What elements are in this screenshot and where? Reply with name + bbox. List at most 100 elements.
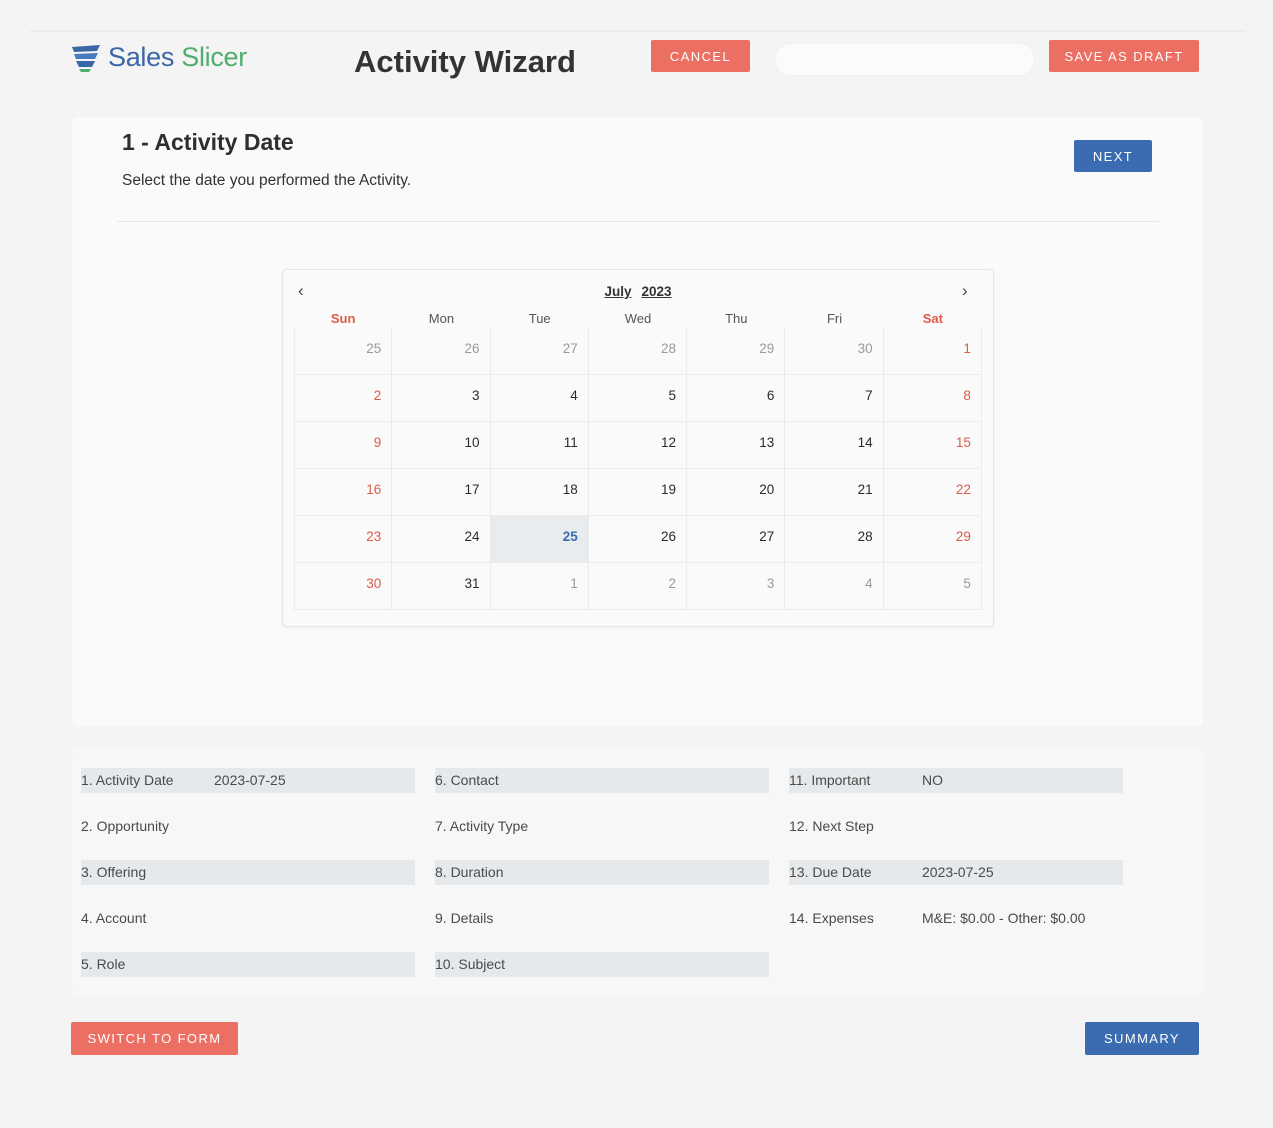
calendar-day[interactable]: 1: [883, 328, 982, 375]
calendar-day[interactable]: 26: [588, 516, 688, 563]
summary-row-next-step[interactable]: 12. Next Step: [789, 814, 1123, 839]
summary-row-opportunity[interactable]: 2. Opportunity: [81, 814, 415, 839]
calendar-day[interactable]: 11: [490, 422, 589, 469]
calendar-day[interactable]: 30: [785, 328, 884, 375]
calendar-day[interactable]: 31: [392, 563, 491, 610]
weekday-label: Thu: [725, 311, 748, 326]
calendar-day[interactable]: 29: [883, 516, 982, 563]
summary-value: 2023-07-25: [922, 864, 994, 880]
calendar-day[interactable]: 18: [490, 469, 589, 516]
calendar-day[interactable]: 2: [588, 563, 688, 610]
month-year-label: July 2023: [283, 284, 993, 299]
calendar-day[interactable]: 9: [294, 422, 393, 469]
calendar-day[interactable]: 24: [392, 516, 491, 563]
page-title: Activity Wizard: [354, 44, 576, 79]
step-title: 1 - Activity Date: [122, 129, 294, 155]
summary-row-activity-date[interactable]: 1. Activity Date 2023-07-25: [81, 768, 415, 793]
calendar-day-selected[interactable]: 25: [490, 516, 589, 563]
summary-label: 11. Important: [789, 772, 871, 788]
activity-summary-panel: 1. Activity Date 2023-07-25 2. Opportuni…: [72, 748, 1203, 996]
summary-label: 4. Account: [81, 910, 147, 926]
calendar-day[interactable]: 13: [687, 422, 786, 469]
year-select[interactable]: 2023: [641, 284, 671, 299]
summary-row-important[interactable]: 11. Important NO: [789, 768, 1123, 793]
calendar-day[interactable]: 10: [392, 422, 491, 469]
summary-row-duration[interactable]: 8. Duration: [435, 860, 769, 885]
calendar-day[interactable]: 26: [392, 328, 491, 375]
weekday-label: Tue: [528, 311, 551, 326]
calendar-day[interactable]: 20: [687, 469, 786, 516]
sales-slicer-logo[interactable]: Sales Slicer: [70, 42, 247, 73]
save-as-draft-button[interactable]: SAVE AS DRAFT: [1049, 40, 1199, 72]
header: Sales Slicer Activity Wizard CANCEL SAVE…: [0, 0, 1273, 110]
calendar-day[interactable]: 28: [785, 516, 884, 563]
calendar-day[interactable]: 22: [883, 469, 982, 516]
calendar-day[interactable]: 15: [883, 422, 982, 469]
summary-label: 7. Activity Type: [435, 818, 529, 834]
summary-button[interactable]: SUMMARY: [1085, 1022, 1199, 1055]
summary-value: 2023-07-25: [214, 772, 286, 788]
calendar-day[interactable]: 7: [785, 375, 884, 422]
weekday-label: Sat: [922, 311, 943, 326]
calendar-day[interactable]: 4: [785, 563, 884, 610]
summary-row-contact[interactable]: 6. Contact: [435, 768, 769, 793]
search-input[interactable]: [775, 43, 1035, 76]
divider: [117, 221, 1159, 222]
calendar-day[interactable]: 16: [294, 469, 393, 516]
summary-row-account[interactable]: 4. Account: [81, 906, 415, 931]
summary-label: 3. Offering: [81, 864, 147, 880]
calendar-day[interactable]: 6: [687, 375, 786, 422]
summary-row-subject[interactable]: 10. Subject: [435, 952, 769, 977]
calendar-day[interactable]: 4: [490, 375, 589, 422]
calendar-day[interactable]: 2: [294, 375, 393, 422]
next-month-icon[interactable]: ›: [962, 282, 968, 299]
summary-row-expenses[interactable]: 14. Expenses M&E: $0.00 - Other: $0.00: [789, 906, 1169, 931]
calendar-day[interactable]: 17: [392, 469, 491, 516]
calendar-day[interactable]: 23: [294, 516, 393, 563]
logo-text-slicer: Slicer: [181, 42, 247, 72]
calendar-day[interactable]: 8: [883, 375, 982, 422]
summary-row-activity-type[interactable]: 7. Activity Type: [435, 814, 769, 839]
summary-label: 1. Activity Date: [81, 772, 174, 788]
calendar-day[interactable]: 3: [687, 563, 786, 610]
calendar-day[interactable]: 21: [785, 469, 884, 516]
weekday-label: Sun: [330, 311, 356, 326]
summary-label: 8. Duration: [435, 864, 504, 880]
logo-icon: [72, 44, 100, 72]
calendar-day[interactable]: 3: [392, 375, 491, 422]
summary-label: 6. Contact: [435, 772, 499, 788]
calendar-day[interactable]: 27: [490, 328, 589, 375]
month-select[interactable]: July: [604, 284, 631, 299]
summary-row-offering[interactable]: 3. Offering: [81, 860, 415, 885]
calendar-day-grid: 25 26 27 28 29 30 1 2 3 4 5 6 7 8 9 10 1…: [294, 328, 982, 610]
calendar-day[interactable]: 29: [687, 328, 786, 375]
summary-label: 10. Subject: [435, 956, 506, 972]
calendar-day[interactable]: 30: [294, 563, 393, 610]
summary-label: 5. Role: [81, 956, 126, 972]
calendar-day[interactable]: 28: [588, 328, 688, 375]
step-description: Select the date you performed the Activi…: [122, 172, 412, 189]
summary-label: 12. Next Step: [789, 818, 874, 834]
calendar-day[interactable]: 14: [785, 422, 884, 469]
summary-value: NO: [922, 772, 943, 788]
calendar-day[interactable]: 5: [588, 375, 688, 422]
calendar-day[interactable]: 25: [294, 328, 393, 375]
weekday-label: Mon: [428, 311, 455, 326]
logo-text: Sales Slicer: [108, 42, 247, 73]
summary-row-role[interactable]: 5. Role: [81, 952, 415, 977]
weekday-label: Wed: [624, 311, 652, 326]
calendar-day[interactable]: 5: [883, 563, 982, 610]
summary-row-due-date[interactable]: 13. Due Date 2023-07-25: [789, 860, 1123, 885]
summary-row-details[interactable]: 9. Details: [435, 906, 769, 931]
calendar-day[interactable]: 1: [490, 563, 589, 610]
weekday-label: Fri: [826, 311, 843, 326]
logo-text-sales: Sales: [108, 42, 175, 72]
calendar-day[interactable]: 19: [588, 469, 688, 516]
cancel-button[interactable]: CANCEL: [651, 40, 750, 72]
switch-to-form-button[interactable]: SWITCH TO FORM: [71, 1022, 238, 1055]
calendar-day[interactable]: 27: [687, 516, 786, 563]
calendar-day[interactable]: 12: [588, 422, 688, 469]
summary-label: 2. Opportunity: [81, 818, 169, 834]
next-button[interactable]: NEXT: [1074, 140, 1152, 172]
summary-value: M&E: $0.00 - Other: $0.00: [922, 910, 1086, 926]
